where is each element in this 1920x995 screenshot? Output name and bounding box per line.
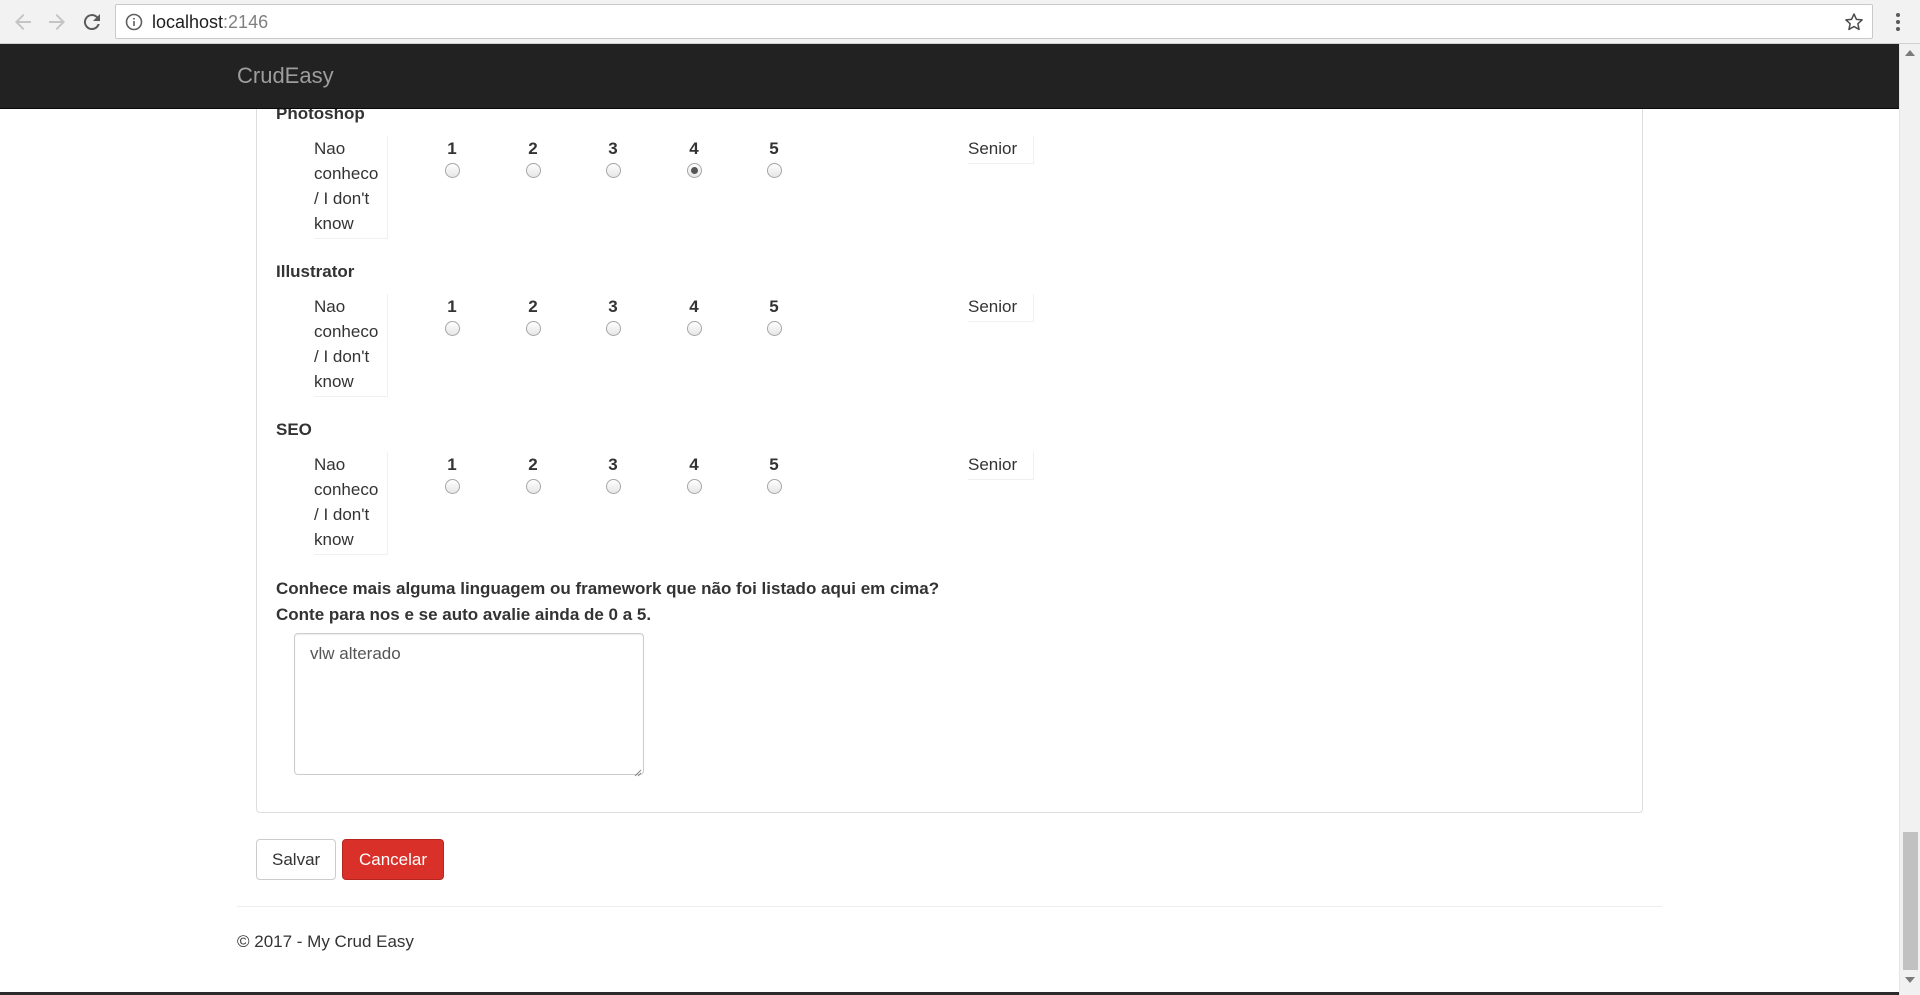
navbar-brand[interactable]: CrudEasy [237, 63, 334, 89]
senior-label: Senior [968, 294, 1035, 322]
senior-label: Senior [968, 136, 1035, 164]
rating-option: 5 [762, 136, 786, 178]
dont-know-label: Nao conheco / I don't know [314, 294, 388, 397]
rating-option: 2 [521, 136, 545, 178]
dont-know-label: Nao conheco / I don't know [314, 136, 388, 239]
rating-radio[interactable] [766, 321, 782, 336]
reload-icon[interactable] [80, 10, 104, 34]
skill-title: SEO [276, 420, 312, 439]
scrollbar-thumb[interactable] [1903, 832, 1918, 970]
rating-number: 4 [689, 455, 699, 474]
dont-know-label: Nao conheco / I don't know [314, 452, 388, 555]
rating-option: 1 [440, 294, 464, 336]
rating-number: 1 [447, 297, 457, 316]
rating-number: 4 [689, 139, 699, 158]
rating-option: 2 [521, 452, 545, 494]
address-url: localhost:2146 [152, 12, 268, 33]
kebab-menu-icon[interactable] [1888, 10, 1908, 34]
rating-option: 5 [762, 294, 786, 336]
rating-number: 3 [608, 139, 618, 158]
save-button[interactable]: Salvar [256, 839, 336, 880]
rating-option: 1 [440, 452, 464, 494]
resize-grip-icon[interactable] [632, 762, 642, 777]
rating-number: 5 [769, 139, 779, 158]
scroll-up-arrow-icon[interactable] [1905, 50, 1915, 56]
extra-skills-question: Conhece mais alguma linguagem ou framewo… [276, 576, 939, 628]
cancel-button[interactable]: Cancelar [342, 839, 444, 880]
rating-radio[interactable] [525, 163, 541, 178]
rating-number: 5 [769, 297, 779, 316]
bookmark-star-icon[interactable] [1844, 12, 1864, 32]
browser-toolbar: localhost:2146 [0, 0, 1920, 44]
extra-skills-textarea[interactable] [294, 633, 644, 775]
rating-radio[interactable] [525, 479, 541, 494]
scroll-down-arrow-icon[interactable] [1905, 977, 1915, 983]
rating-number: 2 [528, 139, 538, 158]
footer-divider [237, 906, 1662, 907]
rating-number: 4 [689, 297, 699, 316]
rating-number: 2 [528, 455, 538, 474]
info-icon[interactable] [125, 13, 143, 31]
forward-arrow-icon[interactable] [45, 10, 69, 34]
rating-radio[interactable] [686, 479, 702, 494]
rating-option: 5 [762, 452, 786, 494]
rating-number: 1 [447, 455, 457, 474]
rating-option: 2 [521, 294, 545, 336]
url-host: localhost [152, 12, 224, 32]
skill-title: Illustrator [276, 262, 355, 281]
rating-radio[interactable] [444, 479, 460, 494]
address-bar[interactable]: localhost:2146 [115, 4, 1873, 39]
back-arrow-icon[interactable] [11, 10, 35, 34]
rating-option: 3 [601, 136, 625, 178]
rating-radio[interactable] [686, 321, 702, 336]
rating-option: 3 [601, 452, 625, 494]
question-line-2: Conte para nos e se auto avalie ainda de… [276, 605, 652, 624]
page-scrollbar[interactable] [1899, 44, 1920, 995]
rating-number: 3 [608, 297, 618, 316]
rating-number: 3 [608, 455, 618, 474]
url-port: :2146 [223, 12, 269, 32]
rating-number: 5 [769, 455, 779, 474]
rating-number: 1 [447, 139, 457, 158]
rating-option: 1 [440, 136, 464, 178]
question-line-1: Conhece mais alguma linguagem ou framewo… [276, 579, 940, 598]
rating-radio[interactable] [605, 321, 621, 336]
footer-copyright: © 2017 - My Crud Easy [237, 932, 414, 951]
rating-radio[interactable] [686, 163, 702, 178]
rating-radio[interactable] [444, 163, 460, 178]
app-navbar: CrudEasy [0, 44, 1899, 109]
rating-radio[interactable] [605, 163, 621, 178]
rating-radio[interactable] [605, 479, 621, 494]
rating-number: 2 [528, 297, 538, 316]
rating-radio[interactable] [525, 321, 541, 336]
rating-radio[interactable] [766, 163, 782, 178]
rating-option: 3 [601, 294, 625, 336]
rating-option: 4 [682, 136, 706, 178]
senior-label: Senior [968, 452, 1035, 480]
rating-radio[interactable] [766, 479, 782, 494]
rating-option: 4 [682, 294, 706, 336]
rating-option: 4 [682, 452, 706, 494]
rating-radio[interactable] [444, 321, 460, 336]
